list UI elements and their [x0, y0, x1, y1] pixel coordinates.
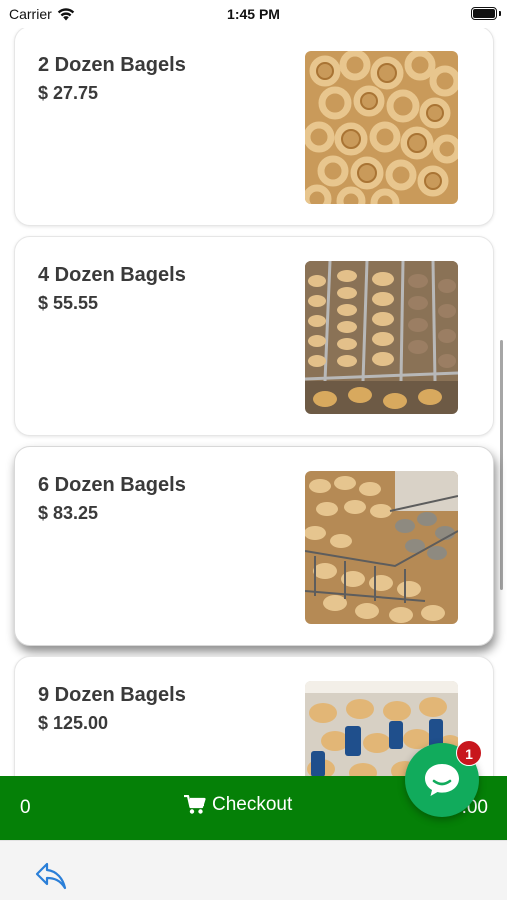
bagels-display-racks-photo: [305, 261, 458, 414]
checkout-label: Checkout: [212, 794, 293, 815]
product-price: $ 27.75: [38, 83, 99, 103]
chat-notification-badge: 1: [456, 740, 482, 766]
product-image: [305, 51, 458, 204]
screen: 2 Dozen Bagels $ 27.75 4 Dozen Bagels $ …: [0, 0, 507, 900]
product-title: 4 Dozen Bagels: [38, 264, 186, 286]
cart-item-count: 0: [20, 797, 31, 818]
clock: 1:45 PM: [227, 6, 280, 22]
product-image: [305, 471, 458, 624]
product-title: 2 Dozen Bagels: [38, 54, 186, 76]
scrollbar[interactable]: [500, 340, 503, 590]
bottom-navigation: [0, 840, 507, 900]
product-price: $ 125.00: [38, 713, 109, 733]
product-card[interactable]: 6 Dozen Bagels $ 83.25: [14, 446, 494, 646]
product-card[interactable]: 4 Dozen Bagels $ 55.55: [14, 236, 494, 436]
product-title: 9 Dozen Bagels: [38, 684, 186, 706]
bagels-wire-baskets-photo: [305, 471, 458, 624]
checkout-button[interactable]: Checkout: [184, 794, 292, 816]
battery-icon: [471, 7, 497, 20]
status-bar: Carrier 1:45 PM: [0, 0, 507, 28]
reply-back-icon[interactable]: [34, 861, 68, 891]
bagels-pile-photo: [305, 51, 458, 204]
product-list[interactable]: 2 Dozen Bagels $ 27.75 4 Dozen Bagels $ …: [0, 0, 507, 776]
product-price: $ 55.55: [38, 293, 99, 313]
product-price: $ 83.25: [38, 503, 99, 523]
product-image: [305, 261, 458, 414]
product-card[interactable]: 2 Dozen Bagels $ 27.75: [14, 26, 494, 226]
cart-icon: [184, 795, 206, 814]
product-title: 6 Dozen Bagels: [38, 474, 186, 496]
battery-tip: [499, 11, 501, 16]
chat-icon: [425, 764, 459, 796]
